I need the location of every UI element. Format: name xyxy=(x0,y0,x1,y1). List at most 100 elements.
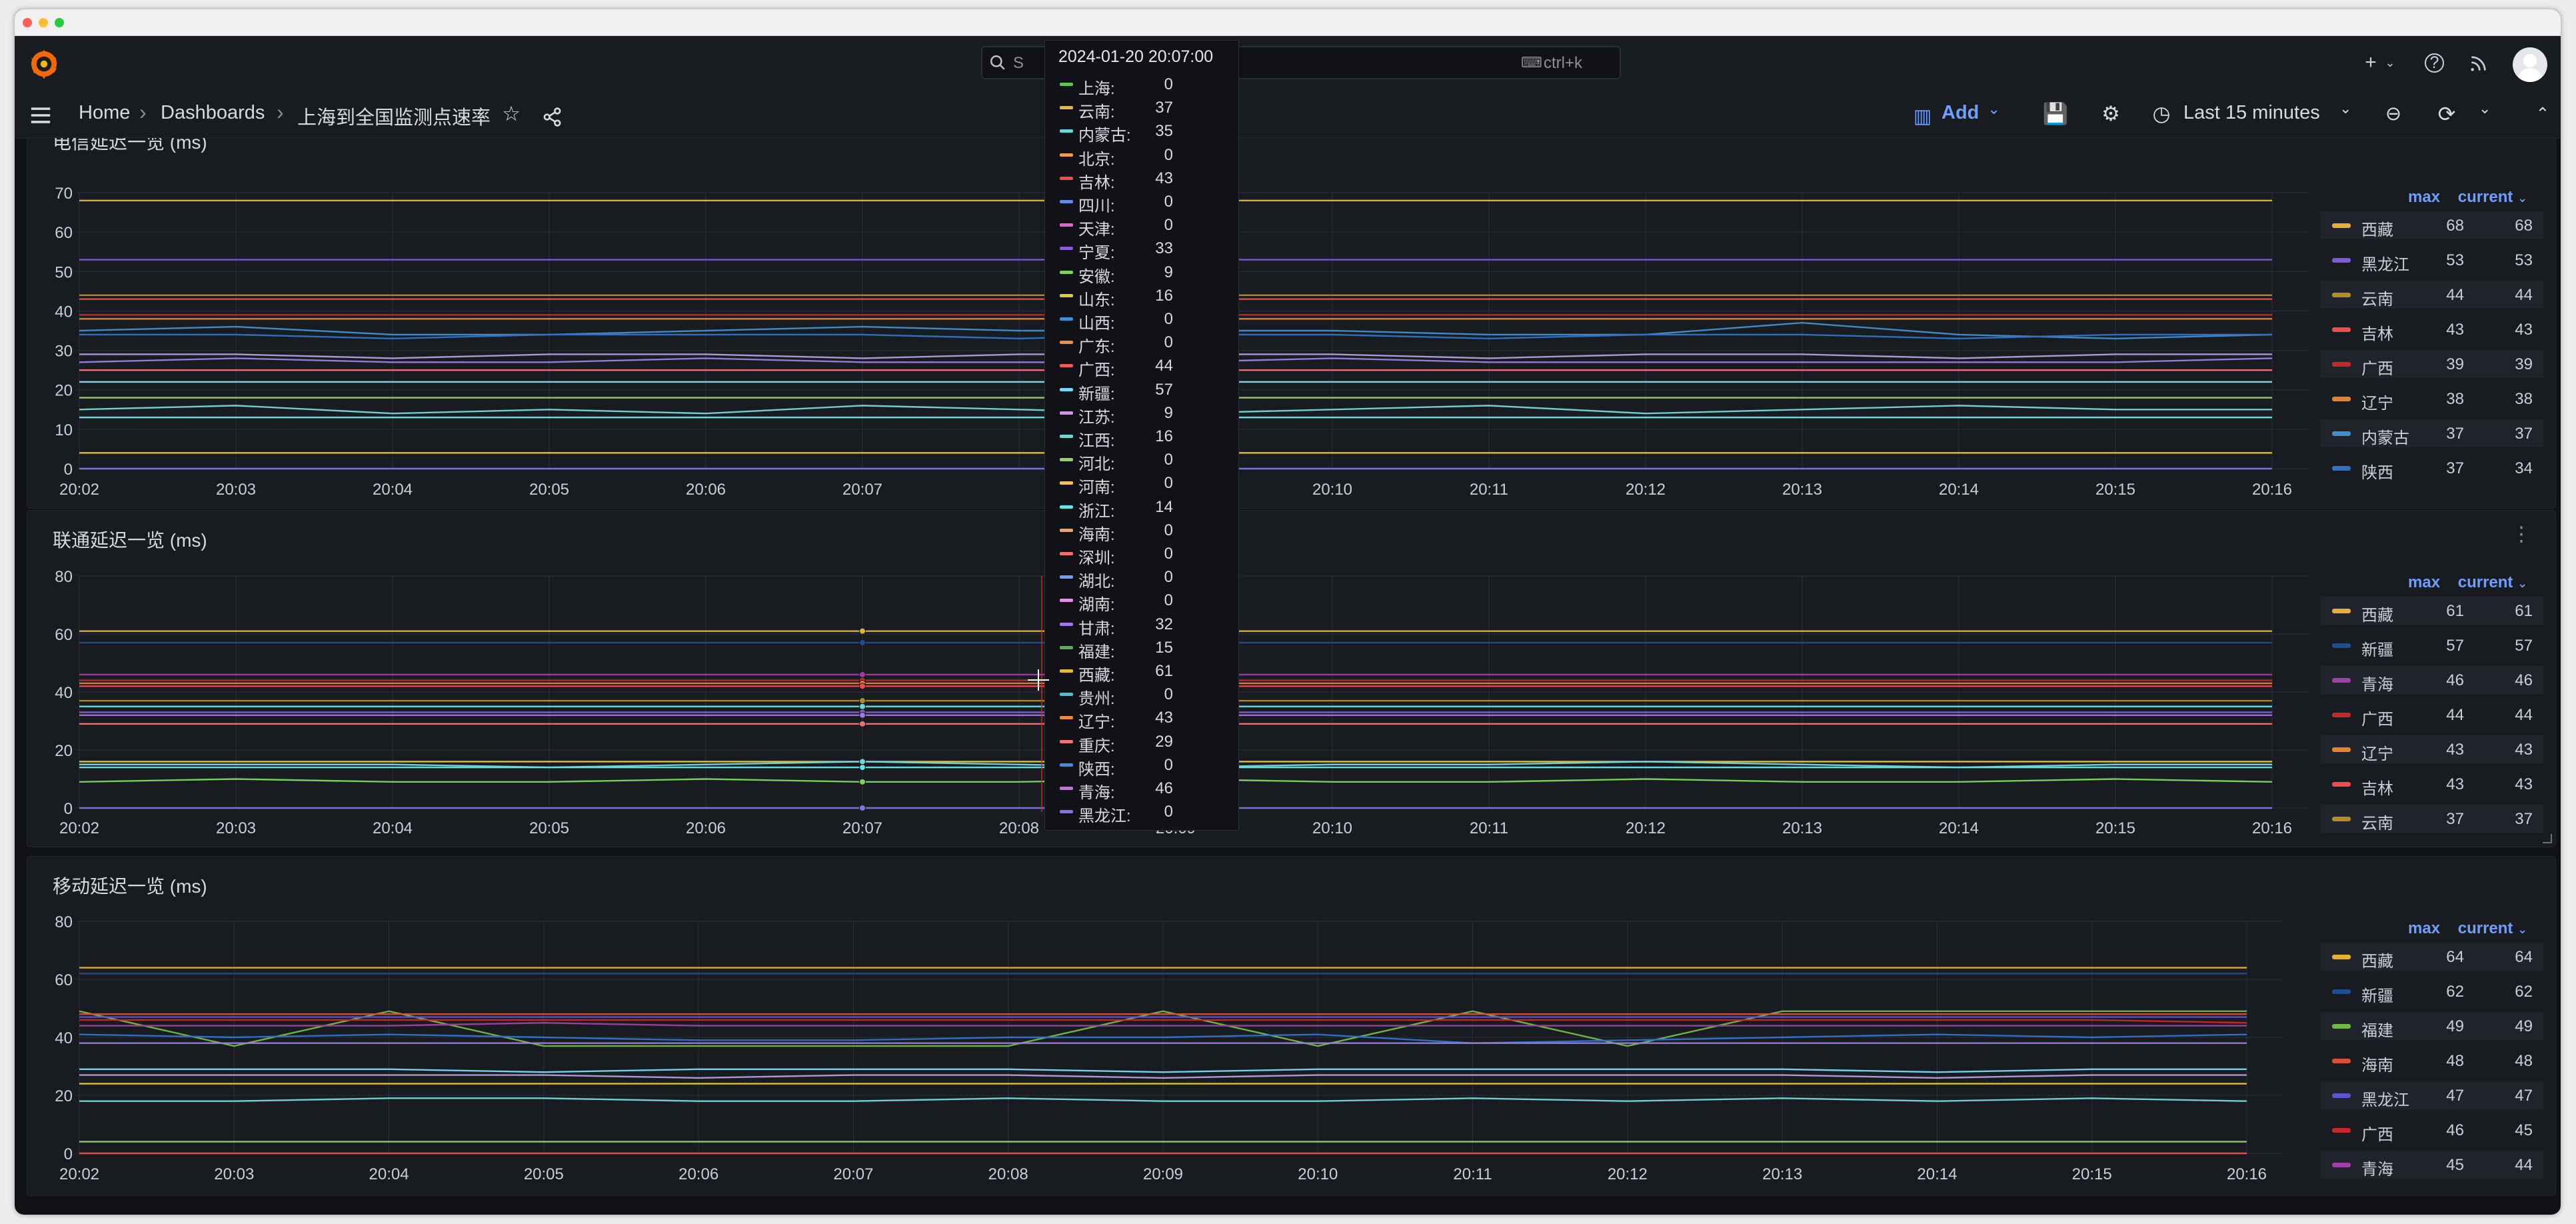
hover-data-point xyxy=(859,639,866,647)
legend-row[interactable]: 陕西 37 34 xyxy=(2320,454,2543,482)
legend-row[interactable]: 广西 44 44 xyxy=(2320,701,2543,729)
hamburger-menu-icon[interactable] xyxy=(28,104,53,127)
chevron-down-icon[interactable]: ⌄ xyxy=(2479,100,2491,117)
legend-max: 37 xyxy=(2446,810,2464,828)
avatar[interactable] xyxy=(2513,47,2547,82)
tooltip-row: 新疆: 57 xyxy=(1045,378,1238,403)
legend-row[interactable]: 吉林 43 43 xyxy=(2320,770,2543,798)
tooltip-row: 山东: 16 xyxy=(1045,284,1238,309)
legend-row[interactable]: 吉林 43 43 xyxy=(2320,315,2543,343)
kebab-menu-icon[interactable]: ⋮ xyxy=(2511,523,2531,546)
tooltip-value: 0 xyxy=(1164,333,1173,352)
gear-icon[interactable]: ⚙ xyxy=(2095,99,2126,129)
legend-header[interactable]: max current ⌄ xyxy=(2408,919,2528,943)
legend-row[interactable]: 新疆 57 57 xyxy=(2320,631,2543,659)
rss-icon[interactable] xyxy=(2468,53,2489,74)
legend-row[interactable]: 西藏 68 68 xyxy=(2320,211,2543,239)
breadcrumb-home[interactable]: Home xyxy=(79,102,130,124)
top-bar: S ⌨ ctrl+k + ⌄ ? xyxy=(15,36,2561,91)
tooltip-row: 河南: 0 xyxy=(1045,471,1238,497)
tooltip-time: 2024-01-20 20:07:00 xyxy=(1058,47,1214,66)
tooltip-swatch xyxy=(1060,106,1073,110)
tooltip-province: 吉林: xyxy=(1078,173,1115,192)
help-icon[interactable]: ? xyxy=(2425,53,2444,73)
legend-current: 68 xyxy=(2515,217,2533,235)
tooltip-row: 西藏: 61 xyxy=(1045,659,1238,685)
tooltip-swatch xyxy=(1060,575,1073,579)
legend-row[interactable]: 云南 44 44 xyxy=(2320,281,2543,309)
legend-max: 57 xyxy=(2446,637,2464,655)
legend-current-header[interactable]: current xyxy=(2458,573,2513,591)
legend-name: 吉林 xyxy=(2361,325,2393,343)
tooltip-value: 43 xyxy=(1155,169,1173,187)
legend-row[interactable]: 广西 46 45 xyxy=(2320,1116,2543,1144)
save-icon[interactable]: 💾 xyxy=(2040,99,2071,129)
legend-row[interactable]: 西藏 61 61 xyxy=(2320,597,2543,625)
legend-row[interactable]: 黑龙江 47 47 xyxy=(2320,1081,2543,1109)
chevron-up-icon[interactable]: ⌃ xyxy=(2527,99,2558,129)
legend-header[interactable]: max current ⌄ xyxy=(2408,188,2528,211)
legend-row[interactable]: 青海 46 46 xyxy=(2320,666,2543,694)
legend-row[interactable]: 广西 39 39 xyxy=(2320,350,2543,378)
share-icon[interactable] xyxy=(542,107,563,127)
x-tick-label: 20:06 xyxy=(686,481,726,499)
resize-handle-icon[interactable] xyxy=(2543,834,2552,843)
legend-name: 福建 xyxy=(2361,1022,2393,1040)
legend-current-header[interactable]: current xyxy=(2458,188,2513,206)
x-tick-label: 20:14 xyxy=(1939,481,1979,499)
legend-row[interactable]: 海南 48 48 xyxy=(2320,1047,2543,1075)
x-tick-label: 20:12 xyxy=(1626,481,1666,499)
legend-row[interactable]: 新疆 62 62 xyxy=(2320,977,2543,1005)
legend-max-header[interactable]: max xyxy=(2408,573,2440,591)
x-tick-label: 20:07 xyxy=(833,1165,873,1183)
tooltip-row: 吉林: 43 xyxy=(1045,167,1238,192)
tooltip-row: 北京: 0 xyxy=(1045,143,1238,169)
zoom-out-icon[interactable]: ⊖ xyxy=(2378,99,2409,129)
legend-row[interactable]: 福建 49 49 xyxy=(2320,1012,2543,1040)
tooltip-value: 44 xyxy=(1155,357,1173,375)
legend-row[interactable]: 青海 45 44 xyxy=(2320,1151,2543,1179)
tooltip-swatch xyxy=(1060,411,1073,415)
legend-header[interactable]: max current ⌄ xyxy=(2408,573,2528,597)
tooltip-value: 43 xyxy=(1155,709,1173,727)
grafana-logo-icon[interactable] xyxy=(27,47,61,81)
breadcrumb-dashboards[interactable]: Dashboards xyxy=(161,102,265,124)
legend-current: 45 xyxy=(2515,1121,2533,1139)
tooltip-row: 湖北: 0 xyxy=(1045,565,1238,591)
refresh-icon[interactable]: ⟳ xyxy=(2431,99,2462,129)
tooltip-value: 0 xyxy=(1164,803,1173,821)
legend-row[interactable]: 辽宁 38 38 xyxy=(2320,385,2543,413)
tooltip-province: 四川: xyxy=(1078,197,1115,215)
time-range-picker[interactable]: Last 15 minutes xyxy=(2183,102,2320,124)
legend-name: 吉林 xyxy=(2361,780,2393,798)
y-tick-label: 0 xyxy=(64,1145,73,1163)
tooltip-value: 0 xyxy=(1164,545,1173,563)
tooltip-swatch xyxy=(1060,341,1073,345)
chevron-down-icon[interactable]: ⌄ xyxy=(2377,49,2403,76)
add-button[interactable]: Add xyxy=(1941,102,1979,124)
legend-current: 43 xyxy=(2515,775,2533,793)
legend-row[interactable]: 黑龙江 53 53 xyxy=(2320,246,2543,274)
legend-current: 34 xyxy=(2515,459,2533,477)
tooltip-row: 云南: 37 xyxy=(1045,96,1238,121)
legend-swatch xyxy=(2332,643,2351,648)
minimize-window-icon[interactable] xyxy=(39,18,48,27)
maximize-window-icon[interactable] xyxy=(55,18,64,27)
legend-name: 内蒙古 xyxy=(2361,429,2409,447)
legend-row[interactable]: 辽宁 43 43 xyxy=(2320,735,2543,763)
legend-current-header[interactable]: current xyxy=(2458,919,2513,937)
mobile-latency-chart[interactable]: 20:02 20:03 20:04 20:05 20:06 20:07 20:08 20:09… xyxy=(27,857,2327,1196)
legend-max: 62 xyxy=(2446,983,2464,1001)
legend-row[interactable]: 内蒙古 37 37 xyxy=(2320,419,2543,447)
star-icon[interactable]: ☆ xyxy=(496,99,527,129)
window-titlebar xyxy=(15,9,2561,36)
legend-name: 青海 xyxy=(2361,676,2393,694)
legend-max-header[interactable]: max xyxy=(2408,919,2440,937)
legend-row[interactable]: 云南 37 37 xyxy=(2320,805,2543,833)
tooltip-value: 0 xyxy=(1164,451,1173,469)
tooltip-swatch xyxy=(1060,481,1073,485)
close-window-icon[interactable] xyxy=(23,18,32,27)
y-tick-label: 80 xyxy=(55,568,73,586)
legend-max-header[interactable]: max xyxy=(2408,188,2440,206)
legend-row[interactable]: 西藏 64 64 xyxy=(2320,943,2543,971)
